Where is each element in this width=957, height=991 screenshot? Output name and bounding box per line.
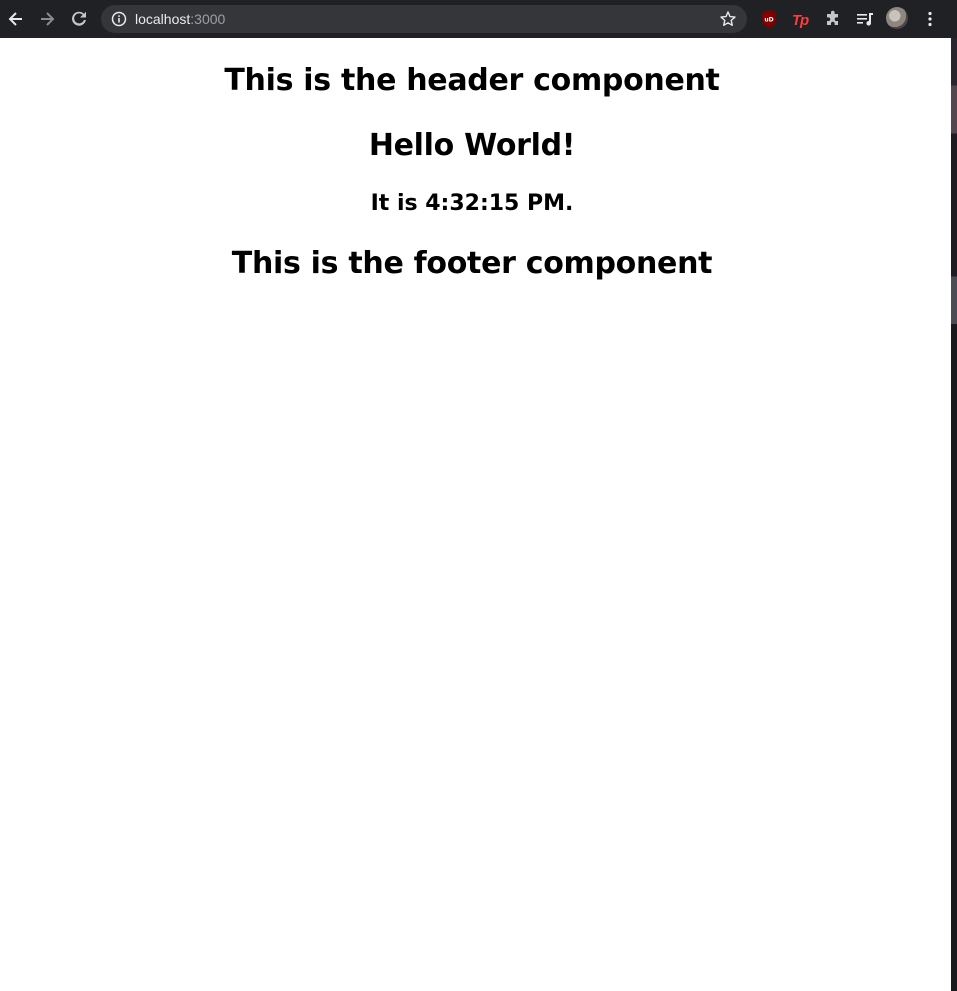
- arrow-left-icon: [8, 12, 22, 26]
- info-icon[interactable]: [111, 11, 127, 27]
- forward-button[interactable]: [31, 3, 63, 35]
- media-control-button[interactable]: [855, 8, 875, 30]
- arrow-right-icon: [41, 12, 55, 26]
- header-component: This is the header component: [224, 63, 720, 98]
- tp-extension-button[interactable]: Tp: [790, 9, 810, 31]
- puzzle-icon: [827, 10, 838, 25]
- tp-extension-icon: Tp: [791, 11, 809, 29]
- extensions-button[interactable]: [823, 8, 843, 30]
- url-text[interactable]: localhost:3000: [135, 10, 225, 28]
- kebab-menu-icon: [928, 11, 932, 27]
- browser-toolbar: localhost:3000 uD Tp: [0, 0, 957, 38]
- back-button[interactable]: [0, 3, 32, 35]
- reload-button[interactable]: [63, 3, 95, 35]
- greeting-heading: Hello World!: [368, 128, 576, 163]
- star-icon[interactable]: [719, 10, 737, 28]
- address-bar[interactable]: localhost:3000: [101, 5, 747, 33]
- browser-menu-button[interactable]: [920, 8, 940, 30]
- reload-icon: [72, 11, 86, 26]
- background-window-edge: [951, 38, 957, 991]
- footer-component: This is the footer component: [231, 246, 713, 281]
- clock-text: It is 4:32:15 PM.: [370, 191, 574, 216]
- ublock-extension-button[interactable]: uD: [759, 8, 779, 30]
- media-control-icon: [857, 13, 873, 26]
- page-content: This is the header component Hello World…: [0, 38, 951, 991]
- ublock-icon: uD: [762, 10, 776, 28]
- url-host: localhost: [135, 11, 191, 27]
- avatar[interactable]: [886, 7, 908, 29]
- url-port: :3000: [190, 11, 226, 27]
- ublock-label: uD: [764, 17, 773, 24]
